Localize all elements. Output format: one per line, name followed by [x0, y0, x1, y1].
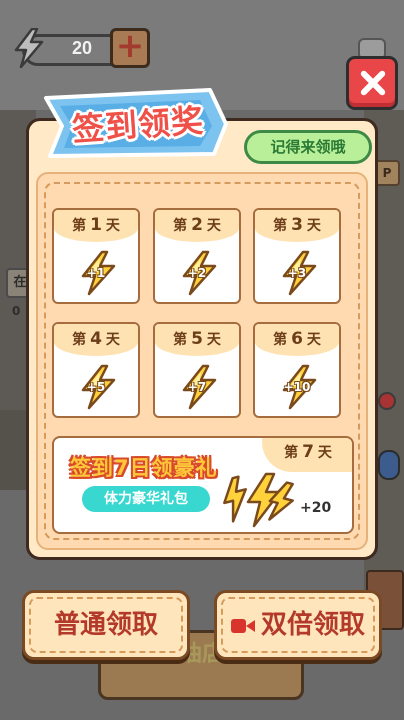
day-reward-amount: +1: [86, 266, 106, 280]
lightning-bolts-icon: [223, 472, 294, 528]
day7-title: 签到7日领豪礼: [70, 456, 218, 480]
day-header: 第2天: [155, 210, 239, 242]
close-button[interactable]: [346, 56, 398, 110]
day-number: 5: [191, 329, 203, 349]
day-header: 第4天: [54, 324, 138, 356]
day-prefix: 第: [72, 218, 87, 234]
energy-value: 20: [71, 38, 93, 58]
day-suffix: 天: [206, 218, 221, 234]
day-prefix: 第: [72, 332, 87, 348]
day-card-4[interactable]: 第4天 +5: [52, 322, 140, 418]
day-suffix: 天: [317, 445, 332, 461]
day-card-7[interactable]: 第7天 签到7日领豪礼 体力豪华礼包 +20: [52, 436, 354, 534]
day-prefix: 第: [284, 445, 299, 461]
day-suffix: 天: [206, 332, 221, 348]
background-red-item: [378, 392, 396, 410]
background-side-counter: 0: [12, 304, 21, 318]
claim-double-button[interactable]: 双倍领取: [214, 590, 382, 660]
claim-double-label: 双倍领取: [260, 610, 365, 640]
day-suffix: 天: [105, 218, 120, 234]
day-reward-amount: +7: [187, 380, 207, 394]
day-reward-amount: +2: [187, 266, 207, 280]
day-number: 4: [90, 329, 102, 349]
day-header: 第7天: [262, 438, 352, 472]
day-card-6[interactable]: 第6天 +10: [253, 322, 341, 418]
lightning-bolt-icon: [14, 28, 44, 68]
day-card-1[interactable]: 第1天 +1: [52, 208, 140, 304]
day-header: 第5天: [155, 324, 239, 356]
day-prefix: 第: [273, 218, 288, 234]
day-number: 3: [291, 215, 303, 235]
day-suffix: 天: [105, 332, 120, 348]
day7-reward-amount: +20: [300, 500, 332, 516]
claim-normal-button[interactable]: 普通领取: [22, 590, 190, 660]
day-suffix: 天: [306, 332, 321, 348]
day-number: 7: [302, 442, 314, 462]
add-energy-button[interactable]: +: [110, 28, 150, 68]
day-header: 第6天: [255, 324, 339, 356]
claim-normal-label: 普通领取: [53, 610, 158, 640]
gift-pack-label: 体力豪华礼包: [82, 486, 210, 512]
day-suffix: 天: [306, 218, 321, 234]
day-reward-amount: +5: [86, 380, 106, 394]
day-prefix: 第: [273, 332, 288, 348]
day-number: 2: [191, 215, 203, 235]
day-card-3[interactable]: 第3天 +3: [253, 208, 341, 304]
day-prefix: 第: [173, 218, 188, 234]
day-header: 第3天: [255, 210, 339, 242]
day-number: 6: [291, 329, 303, 349]
day-card-5[interactable]: 第5天 +7: [153, 322, 241, 418]
day-prefix: 第: [173, 332, 188, 348]
day-card-2[interactable]: 第2天 +2: [153, 208, 241, 304]
day-reward-amount: +10: [283, 380, 311, 394]
day-header: 第1天: [54, 210, 138, 242]
day-number: 1: [90, 215, 102, 235]
day-reward-amount: +3: [287, 266, 307, 280]
background-blue-item: [378, 450, 400, 480]
remind-badge: 记得来领哦: [244, 130, 372, 164]
